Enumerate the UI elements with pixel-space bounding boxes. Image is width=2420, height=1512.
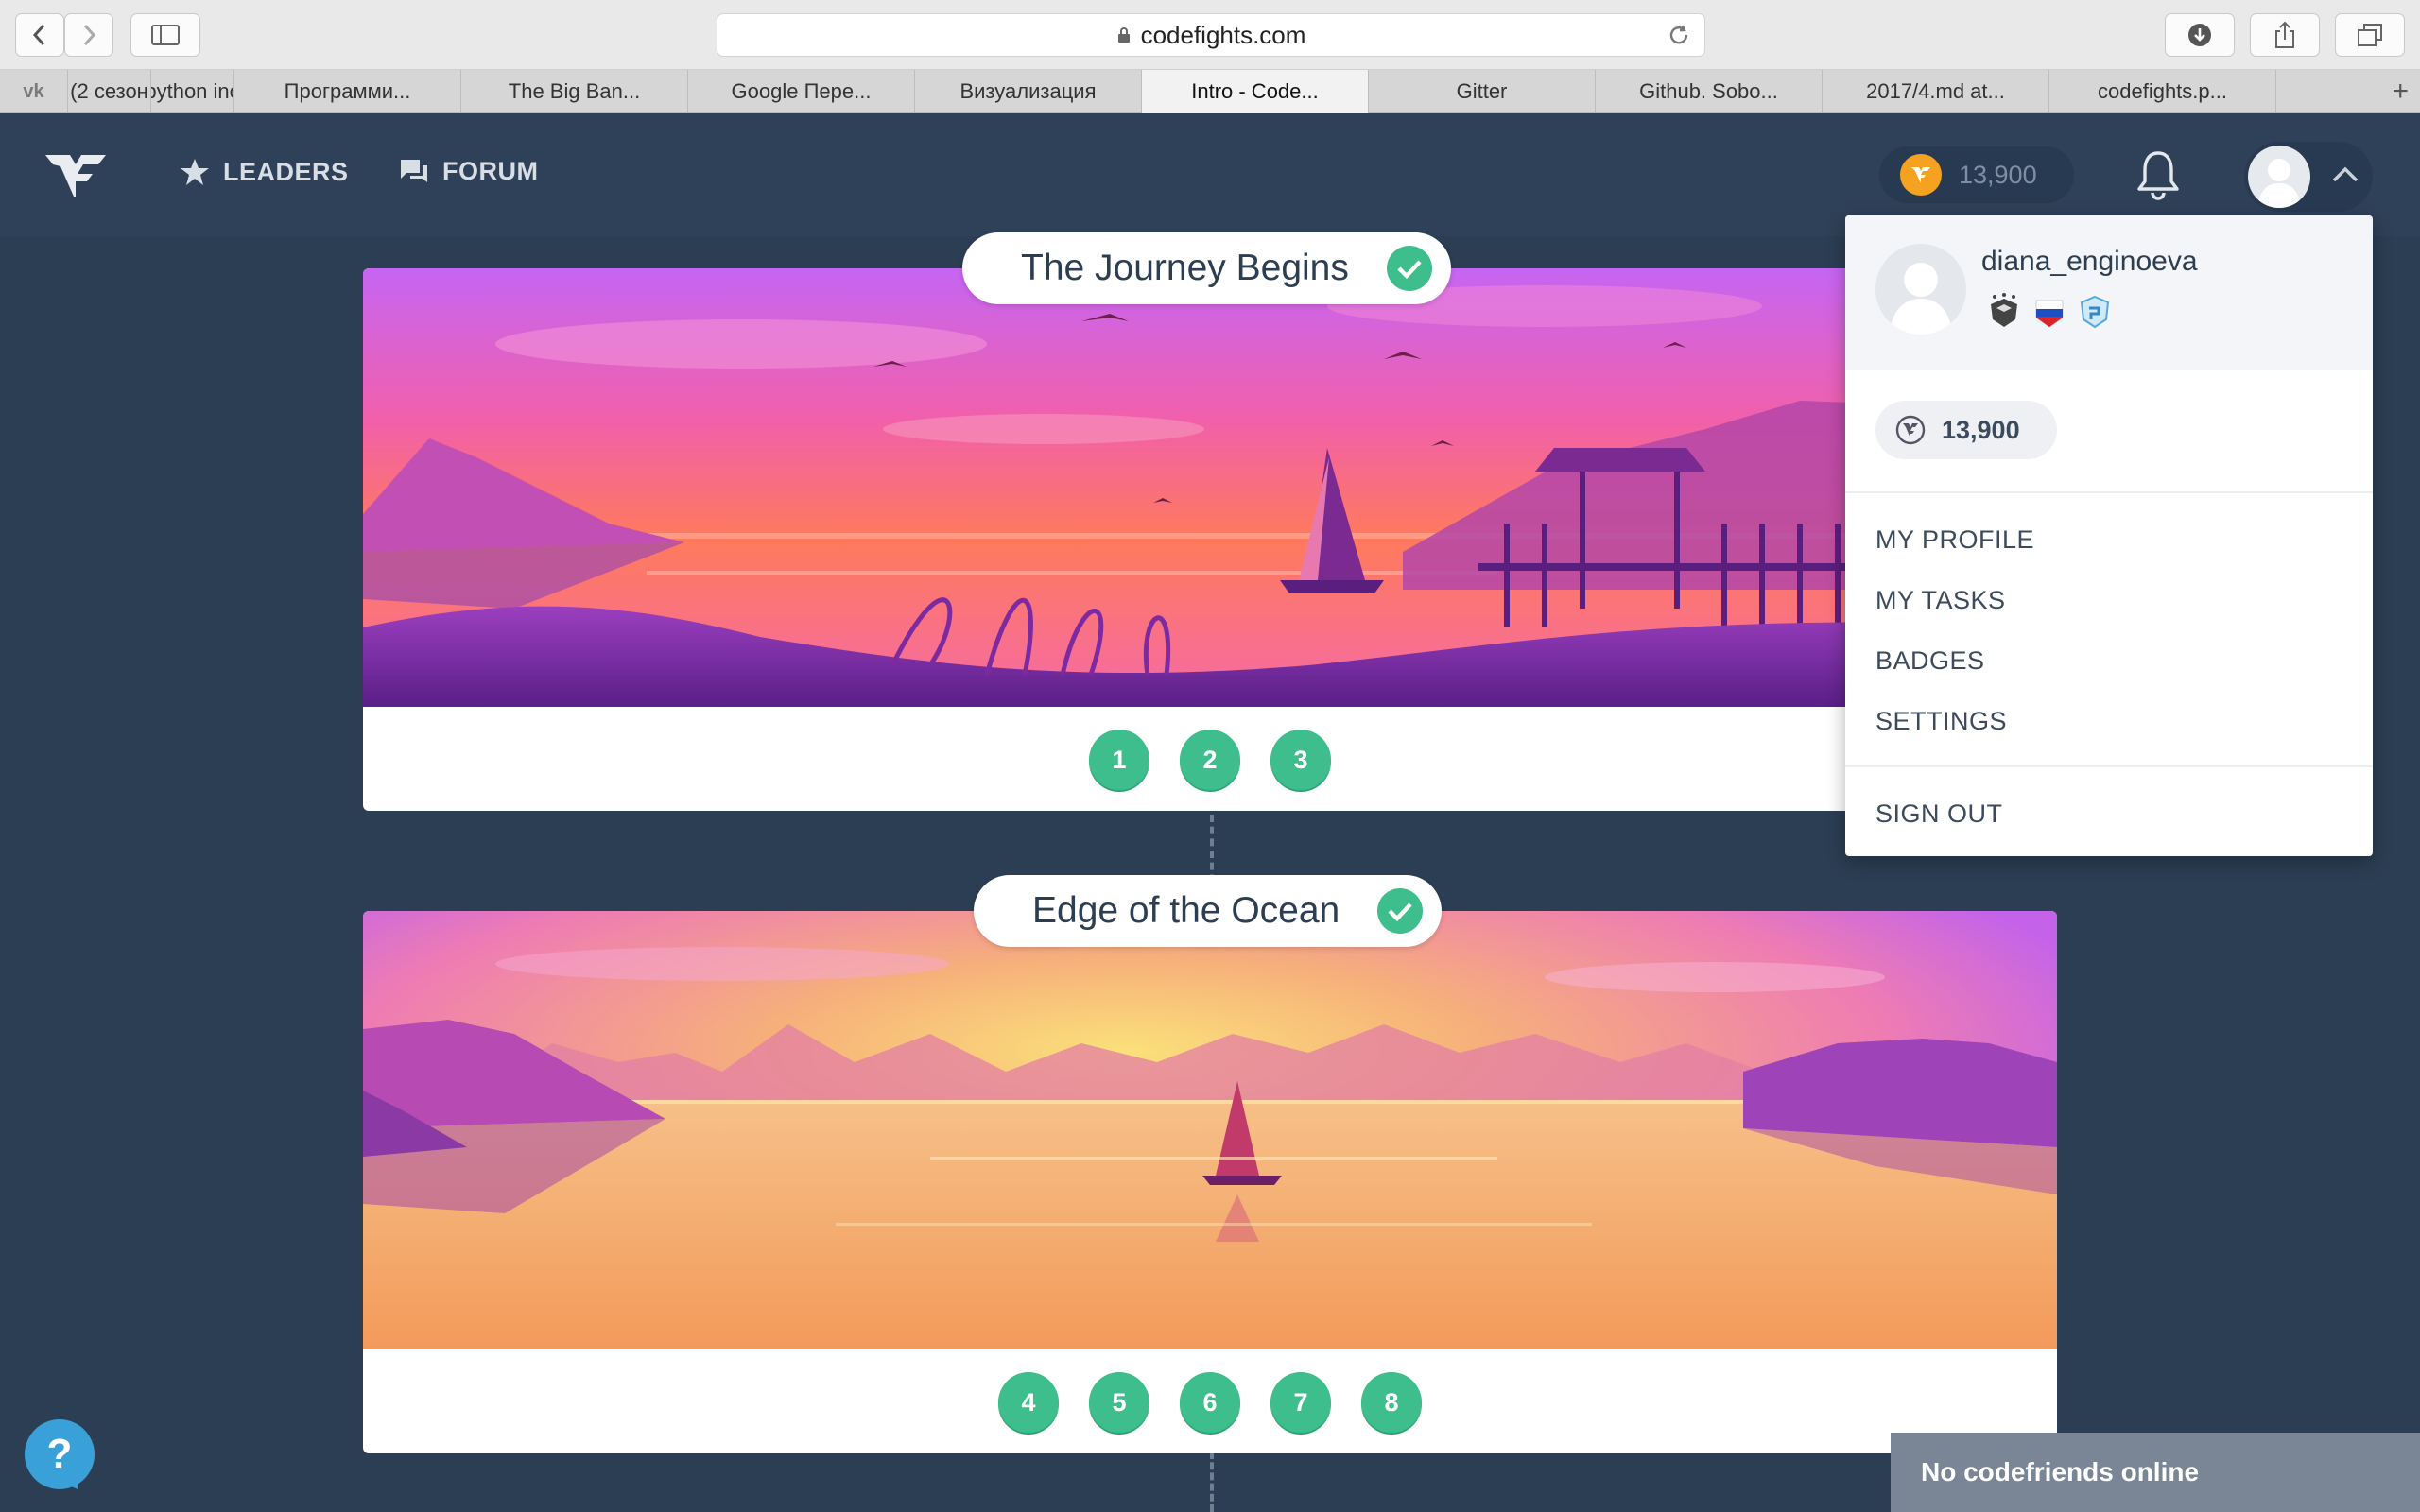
task-node[interactable]: 7 <box>1270 1372 1331 1433</box>
dropdown-coins[interactable]: 13,900 <box>1876 401 2057 459</box>
checkmark-icon <box>1377 888 1424 934</box>
username[interactable]: diana_enginoeva <box>1981 246 2198 278</box>
back-button[interactable] <box>15 13 64 57</box>
tab-3[interactable]: The Big Ban... <box>461 70 688 113</box>
lock-icon <box>1117 27 1130 43</box>
codefights-logo-icon[interactable] <box>42 149 110 200</box>
level-title[interactable]: The Journey Begins <box>962 232 1451 304</box>
download-icon <box>2188 24 2211 46</box>
menu-badges[interactable]: BADGES <box>1876 646 1985 676</box>
tab-9[interactable]: 2017/4.md at... <box>1823 70 2049 113</box>
task-node[interactable]: 1 <box>1089 730 1150 790</box>
task-list: 4 5 6 7 8 <box>363 1372 2057 1433</box>
downloads-button[interactable] <box>2165 13 2235 57</box>
account-menu-button[interactable] <box>2244 142 2373 212</box>
russia-flag-icon[interactable] <box>2032 293 2066 331</box>
badge-row <box>1987 293 2112 331</box>
tab-10[interactable]: codefights.p... <box>2049 70 2276 113</box>
level-card: 1 2 3 <box>363 268 2057 811</box>
dropdown-coins-value: 13,900 <box>1942 415 2020 444</box>
avatar[interactable] <box>1876 244 1966 335</box>
share-button[interactable] <box>2250 13 2320 57</box>
level-illustration-sunset-pier[interactable] <box>363 268 2057 707</box>
tab-8[interactable]: Github. Sobo... <box>1596 70 1823 113</box>
chevron-up-icon <box>2332 166 2359 182</box>
checkmark-icon <box>1386 246 1432 291</box>
menu-sign-out[interactable]: SIGN OUT <box>1876 799 2003 829</box>
chat-icon <box>401 159 427 182</box>
nav-forum-label: FORUM <box>442 157 539 185</box>
reload-icon[interactable] <box>1667 23 1691 47</box>
forward-button[interactable] <box>64 13 113 57</box>
tab-1[interactable]: python inc <box>151 70 234 113</box>
coin-icon <box>1895 415 1926 445</box>
task-node[interactable]: 2 <box>1180 730 1240 790</box>
bell-icon[interactable] <box>2135 149 2182 200</box>
nav-leaders-label: LEADERS <box>223 157 349 186</box>
coins-balance[interactable]: 13,900 <box>1879 146 2074 203</box>
codefriends-status-bar[interactable]: No codefriends online <box>1891 1433 2420 1512</box>
tabs-overview-button[interactable] <box>2335 13 2405 57</box>
address-bar[interactable]: codefights.com <box>717 13 1705 57</box>
tab-4[interactable]: Google Пере... <box>688 70 915 113</box>
avatar <box>2248 146 2310 208</box>
task-node[interactable]: 6 <box>1180 1372 1240 1433</box>
coins-value: 13,900 <box>1959 160 2037 189</box>
sidebar-toggle-button[interactable] <box>130 13 200 57</box>
tabs-icon <box>2358 24 2382 46</box>
pinned-tab-vk[interactable]: vk <box>0 70 68 113</box>
menu-settings[interactable]: SETTINGS <box>1876 707 2007 736</box>
chevron-right-icon <box>83 24 96 46</box>
tab-2[interactable]: Программи... <box>234 70 461 113</box>
task-node[interactable]: 4 <box>998 1372 1059 1433</box>
menu-my-tasks[interactable]: MY TASKS <box>1876 586 2006 615</box>
task-node[interactable]: 8 <box>1361 1372 1422 1433</box>
tab-bar: vk (2 сезон python inc Программи... The … <box>0 70 2420 113</box>
url-text: codefights.com <box>1140 20 1306 49</box>
vk-icon: vk <box>23 80 44 102</box>
coin-icon <box>1900 154 1942 196</box>
dropdown-profile-header: diana_enginoeva <box>1845 215 2373 370</box>
nav-leaders[interactable]: LEADERS <box>180 157 349 187</box>
rank-shield-icon[interactable] <box>1987 293 2021 331</box>
divider <box>1845 765 2373 767</box>
tab-7[interactable]: Gitter <box>1369 70 1596 113</box>
level-illustration-ocean-sunset[interactable] <box>363 911 2057 1349</box>
sidebar-icon <box>151 25 180 45</box>
level-card: 4 5 6 7 8 <box>363 911 2057 1453</box>
level-title-text: The Journey Begins <box>1021 248 1349 288</box>
browser-toolbar: codefights.com <box>0 0 2420 70</box>
level-title[interactable]: Edge of the Ocean <box>974 875 1443 947</box>
tab-0[interactable]: (2 сезон <box>68 70 151 113</box>
tab-5[interactable]: Визуализация <box>915 70 1142 113</box>
task-list: 1 2 3 <box>363 730 2057 790</box>
python-badge-icon[interactable] <box>2078 293 2112 331</box>
star-icon <box>181 159 209 185</box>
account-dropdown: diana_enginoeva 13,900 MY PROFILE MY TAS… <box>1845 215 2373 856</box>
tab-6-active[interactable]: Intro - Code... <box>1142 70 1369 113</box>
nav-forum[interactable]: FORUM <box>399 157 538 186</box>
help-button[interactable]: ? <box>25 1419 95 1489</box>
level-connector <box>1210 1452 1214 1512</box>
task-node[interactable]: 5 <box>1089 1372 1150 1433</box>
new-tab-button[interactable]: + <box>2276 70 2420 112</box>
menu-my-profile[interactable]: MY PROFILE <box>1876 525 2034 555</box>
share-icon <box>2275 21 2294 48</box>
divider <box>1845 491 2373 493</box>
level-title-text: Edge of the Ocean <box>1032 890 1340 931</box>
chevron-left-icon <box>32 24 45 46</box>
task-node[interactable]: 3 <box>1270 730 1331 790</box>
